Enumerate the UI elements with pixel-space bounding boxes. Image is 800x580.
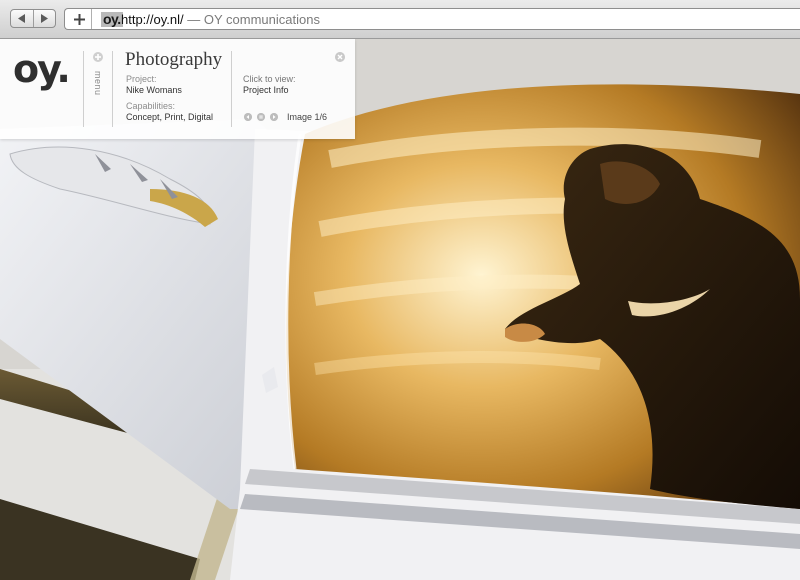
project-value: Nike Womans <box>126 85 182 95</box>
page-viewport: oy. menu Photography Project: Nike Woman… <box>0 39 800 580</box>
prev-image-icon[interactable] <box>244 113 252 121</box>
project-info-link[interactable]: Project Info <box>243 85 289 96</box>
forward-button[interactable] <box>32 10 56 27</box>
site-logo[interactable]: oy. <box>13 49 71 89</box>
capabilities-label: Capabilities: <box>126 101 176 111</box>
back-arrow-icon <box>17 14 25 23</box>
url-text[interactable]: http://oy.nl/ — OY communications <box>121 12 320 28</box>
plus-icon <box>74 13 85 25</box>
menu-toggle[interactable]: menu <box>93 71 103 96</box>
menu-plus-icon[interactable] <box>93 52 103 62</box>
browser-toolbar: oy. http://oy.nl/ — OY communications <box>0 0 800 39</box>
divider <box>83 51 84 127</box>
url-value: http://oy.nl/ <box>121 12 184 27</box>
capabilities-value: Concept, Print, Digital <box>126 112 214 122</box>
divider <box>231 51 232 127</box>
pause-image-icon[interactable] <box>257 113 265 121</box>
image-counter: Image 1/6 <box>287 112 328 122</box>
add-bookmark-button[interactable] <box>68 9 92 29</box>
nav-buttons <box>10 9 56 28</box>
site-favicon: oy. <box>101 11 123 27</box>
address-bar[interactable]: oy. http://oy.nl/ — OY communications <box>64 8 800 30</box>
divider <box>112 51 113 127</box>
info-panel: oy. menu Photography Project: Nike Woman… <box>0 39 355 139</box>
close-icon[interactable] <box>335 52 345 62</box>
click-to-view-label: Click to view: <box>243 74 296 84</box>
section-title: Photography <box>125 49 223 70</box>
page-title: OY communications <box>203 12 320 27</box>
next-image-icon[interactable] <box>270 113 278 121</box>
back-button[interactable] <box>11 10 33 27</box>
project-label: Project: <box>126 74 157 84</box>
title-separator: — <box>183 12 204 27</box>
forward-arrow-icon <box>41 14 49 23</box>
